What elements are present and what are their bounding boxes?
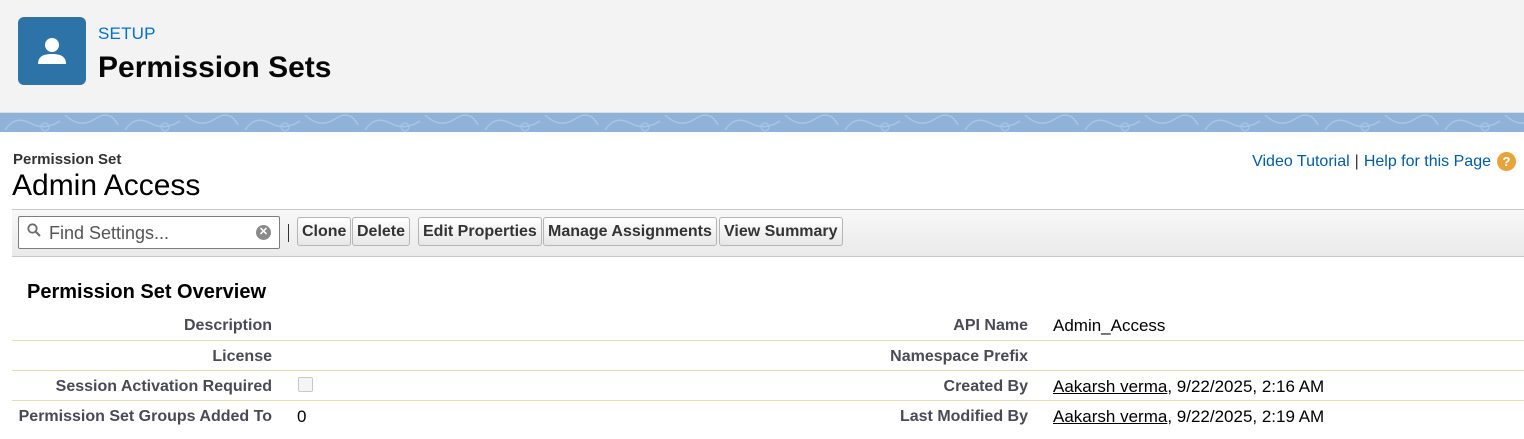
help-icon[interactable]: ? — [1497, 152, 1516, 171]
created-by-value: Aakarsh verma, 9/22/2025, 2:16 AM — [1053, 377, 1324, 397]
toolbar-divider — [288, 224, 289, 242]
last-modified-date: , 9/22/2025, 2:19 AM — [1167, 407, 1325, 426]
description-label: Description — [183, 317, 272, 334]
detail-row: Permission Set Groups Added To 0 Last Mo… — [12, 401, 1524, 430]
namespace-prefix-label: Namespace Prefix — [890, 348, 1028, 365]
detail-row: Description API Name Admin_Access — [12, 310, 1524, 341]
page-title: Permission Sets — [98, 51, 332, 84]
last-modified-by-value: Aakarsh verma, 9/22/2025, 2:19 AM — [1053, 407, 1324, 427]
last-modified-by-label: Last Modified By — [899, 408, 1028, 425]
record-type-label: Permission Set — [13, 151, 122, 168]
license-label: License — [212, 348, 272, 365]
user-icon — [18, 17, 86, 85]
groups-added-to-value: 0 — [297, 407, 307, 426]
search-icon — [27, 223, 41, 242]
video-tutorial-link[interactable]: Video Tutorial — [1252, 153, 1350, 171]
clear-search-icon[interactable]: ✕ — [256, 225, 271, 240]
clone-button[interactable]: Clone — [297, 217, 352, 246]
decorative-banner — [0, 113, 1524, 132]
edit-properties-button[interactable]: Edit Properties — [418, 217, 542, 246]
created-date: , 9/22/2025, 2:16 AM — [1167, 377, 1325, 396]
groups-added-to-label: Permission Set Groups Added To — [18, 408, 272, 425]
last-modified-user-link[interactable]: Aakarsh verma — [1053, 407, 1167, 426]
setup-breadcrumb[interactable]: SETUP — [98, 24, 156, 44]
session-activation-checkbox — [298, 377, 313, 392]
created-by-user-link[interactable]: Aakarsh verma — [1053, 377, 1167, 396]
help-page-link[interactable]: Help for this Page — [1364, 153, 1491, 171]
created-by-label: Created By — [943, 378, 1028, 395]
find-settings-box: ✕ — [18, 216, 280, 249]
find-settings-input[interactable] — [49, 222, 249, 244]
link-separator: | — [1354, 152, 1359, 170]
api-name-label: API Name — [953, 317, 1028, 334]
api-name-value: Admin_Access — [1053, 316, 1166, 335]
toolbar: ✕ Clone Delete Edit Properties Manage As… — [12, 209, 1524, 257]
setup-header: SETUP Permission Sets — [0, 0, 1524, 113]
detail-row: License Namespace Prefix — [12, 341, 1524, 371]
section-title: Permission Set Overview — [27, 281, 267, 303]
view-summary-button[interactable]: View Summary — [719, 217, 843, 246]
help-links: Video Tutorial | Help for this Page ? — [1252, 152, 1516, 171]
manage-assignments-button[interactable]: Manage Assignments — [543, 217, 717, 246]
record-name: Admin Access — [12, 169, 201, 202]
detail-row: Session Activation Required Created By A… — [12, 371, 1524, 401]
delete-button[interactable]: Delete — [352, 217, 411, 246]
overview-detail-table: Description API Name Admin_Access Licens… — [12, 310, 1524, 430]
session-activation-label: Session Activation Required — [55, 378, 272, 395]
